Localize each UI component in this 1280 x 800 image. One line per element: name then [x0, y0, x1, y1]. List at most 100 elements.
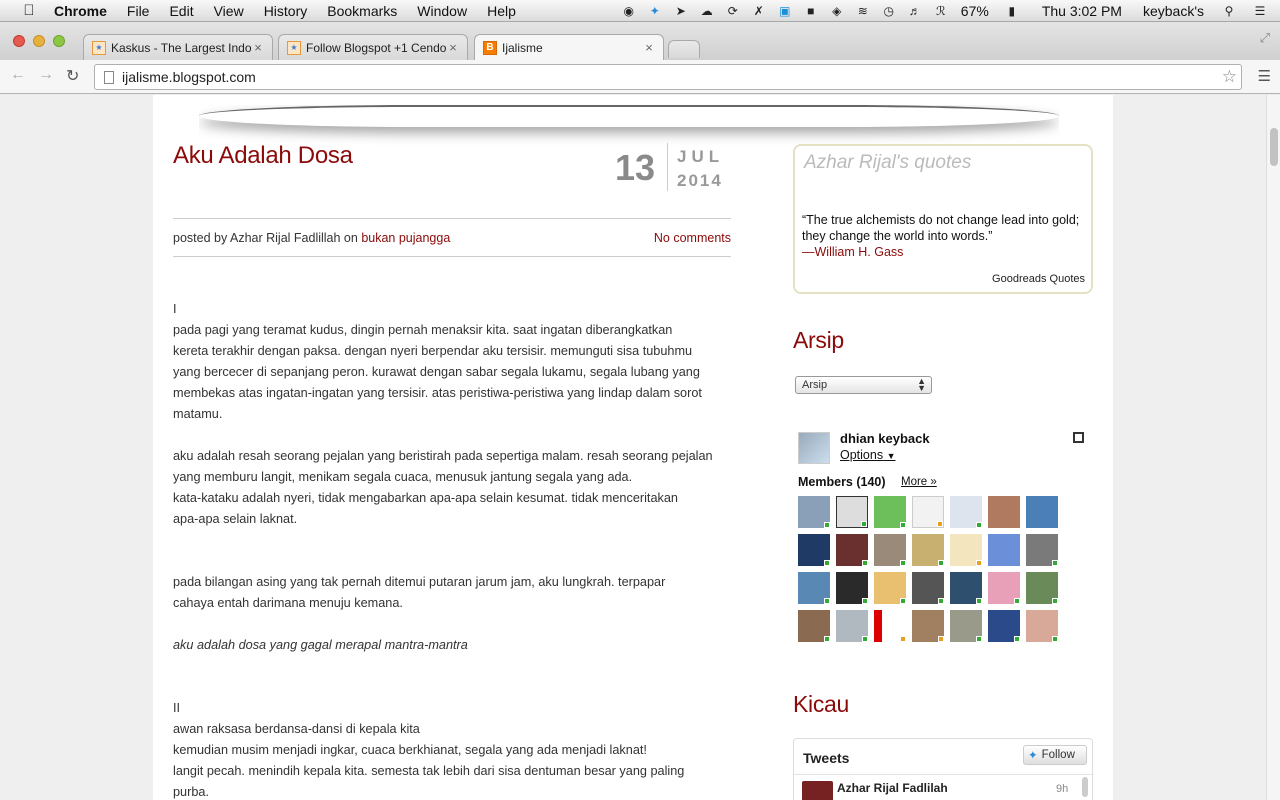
twitter-icon[interactable]: ✦ [647, 4, 663, 18]
tab-close-icon[interactable]: × [643, 40, 655, 55]
tab-close-icon[interactable]: × [252, 40, 264, 55]
tab-kaskus[interactable]: ★ Kaskus - The Largest Indo × [83, 34, 273, 60]
member-avatar[interactable] [798, 534, 830, 566]
spotlight-search-icon[interactable]: ⚲ [1221, 4, 1237, 18]
battery-percent[interactable]: 67% [961, 3, 989, 19]
bluetooth-icon[interactable]: ℛ [933, 4, 949, 18]
menu-app-name[interactable]: Chrome [54, 3, 107, 19]
battery-icon[interactable]: ▮ [1001, 4, 1023, 18]
volume-icon[interactable]: ♬ [907, 4, 923, 18]
menu-help[interactable]: Help [487, 3, 516, 19]
layers-icon[interactable]: ◈ [829, 4, 845, 18]
user-avatar[interactable] [798, 432, 830, 464]
tab-follow-blogspot[interactable]: ★ Follow Blogspot +1 Cendo × [278, 34, 468, 60]
time-machine-icon[interactable]: ◷ [881, 4, 897, 18]
menu-edit[interactable]: Edit [169, 3, 193, 19]
user-name[interactable]: keyback's [1143, 3, 1204, 19]
tab-title: Ijalisme [502, 40, 543, 55]
more-members-link[interactable]: More » [901, 476, 937, 488]
facebook-icon[interactable]: ■ [803, 4, 819, 18]
tab-ijalisme[interactable]: B Ijalisme × [474, 34, 664, 60]
member-avatar[interactable] [950, 496, 982, 528]
menu-history[interactable]: History [264, 3, 308, 19]
close-window-button[interactable] [13, 35, 25, 47]
forward-icon[interactable]: → [38, 66, 54, 84]
member-avatar[interactable] [874, 496, 906, 528]
member-avatar[interactable] [836, 572, 868, 604]
menu-window[interactable]: Window [417, 3, 467, 19]
member-avatar[interactable] [950, 610, 982, 642]
post-body: I pada pagi yang teramat kudus, dingin p… [173, 299, 733, 800]
post-label-link[interactable]: bukan pujangga [361, 231, 450, 245]
clock[interactable]: Thu 3:02 PM [1042, 3, 1122, 19]
member-avatar[interactable] [836, 610, 868, 642]
member-avatar[interactable] [912, 610, 944, 642]
options-link[interactable]: Options ▼ [840, 448, 896, 462]
arsip-dropdown[interactable]: Arsip ▲ ▼ [795, 376, 932, 394]
tweets-scrollbar[interactable] [1082, 777, 1088, 797]
member-avatar[interactable] [874, 534, 906, 566]
reload-icon[interactable]: ↻ [66, 66, 79, 86]
member-avatar[interactable] [1026, 610, 1058, 642]
member-avatar[interactable] [988, 610, 1020, 642]
post-line: apa-apa selain laknat. [173, 512, 298, 526]
post-title[interactable]: Aku Adalah Dosa [173, 142, 353, 170]
post-line [173, 677, 733, 698]
member-avatar[interactable] [836, 534, 868, 566]
tweets-title: Tweets [803, 750, 850, 766]
member-avatar[interactable] [1026, 572, 1058, 604]
tweet-time[interactable]: 9h [1056, 783, 1068, 795]
quote-author-link[interactable]: —William H. Gass [802, 245, 903, 259]
scrollbar-thumb[interactable] [1270, 128, 1278, 166]
omnibox[interactable]: ijalisme.blogspot.com ☆ [94, 64, 1242, 90]
blogger-favicon-icon: B [483, 40, 497, 55]
member-avatar[interactable] [988, 572, 1020, 604]
cloud-icon[interactable]: ☁ [699, 4, 715, 18]
goodreads-link[interactable]: Goodreads Quotes [992, 273, 1085, 285]
apple-menu-icon[interactable]:  [20, 2, 38, 19]
new-tab-button[interactable] [668, 40, 700, 58]
member-avatar[interactable] [912, 496, 944, 528]
member-avatar[interactable] [912, 534, 944, 566]
send-icon[interactable]: ➤ [673, 4, 689, 18]
member-avatar[interactable] [988, 496, 1020, 528]
bookmark-star-icon[interactable]: ☆ [1222, 67, 1237, 87]
member-avatar[interactable] [798, 496, 830, 528]
tab-close-icon[interactable]: × [447, 40, 459, 55]
member-avatar[interactable] [950, 572, 982, 604]
zoom-window-button[interactable] [53, 35, 65, 47]
member-avatar[interactable] [874, 610, 906, 642]
member-avatar[interactable] [1026, 534, 1058, 566]
notification-center-icon[interactable]: ☰ [1252, 4, 1268, 18]
tweet-avatar[interactable] [802, 781, 833, 800]
member-avatar[interactable] [798, 610, 830, 642]
back-icon[interactable]: ← [10, 66, 26, 84]
follow-button[interactable]: ✦ Follow [1023, 745, 1087, 765]
wifi-icon[interactable]: ≋ [855, 4, 871, 18]
chrome-menu-icon[interactable]: ☰ [1258, 67, 1271, 85]
page-scrollbar[interactable] [1266, 95, 1280, 800]
member-avatar[interactable] [836, 496, 868, 528]
member-avatar[interactable] [912, 572, 944, 604]
minimize-window-button[interactable] [33, 35, 45, 47]
menu-bookmarks[interactable]: Bookmarks [327, 3, 397, 19]
cycle-icon[interactable]: ⟳ [725, 4, 741, 18]
menu-view[interactable]: View [214, 3, 244, 19]
tweet-user-name[interactable]: Azhar Rijal Fadlilah [837, 781, 948, 795]
follower-user-name[interactable]: dhian keyback [840, 431, 930, 446]
post-line [173, 656, 733, 677]
fullscreen-icon[interactable]: ⤢ [1260, 30, 1270, 46]
popout-icon[interactable] [1073, 432, 1084, 443]
omnibox-url[interactable]: ijalisme.blogspot.com [122, 69, 256, 85]
member-avatar[interactable] [1026, 496, 1058, 528]
member-avatar[interactable] [874, 572, 906, 604]
member-avatar[interactable] [798, 572, 830, 604]
post-comments-link[interactable]: No comments [654, 231, 731, 245]
member-avatar[interactable] [988, 534, 1020, 566]
member-avatar[interactable] [950, 534, 982, 566]
quotes-title[interactable]: Azhar Rijal's quotes [804, 152, 971, 174]
skype-icon[interactable]: ▣ [777, 4, 793, 18]
camera-icon[interactable]: ◉ [621, 4, 637, 18]
menu-file[interactable]: File [127, 3, 150, 19]
tool-icon[interactable]: ✗ [751, 4, 767, 18]
